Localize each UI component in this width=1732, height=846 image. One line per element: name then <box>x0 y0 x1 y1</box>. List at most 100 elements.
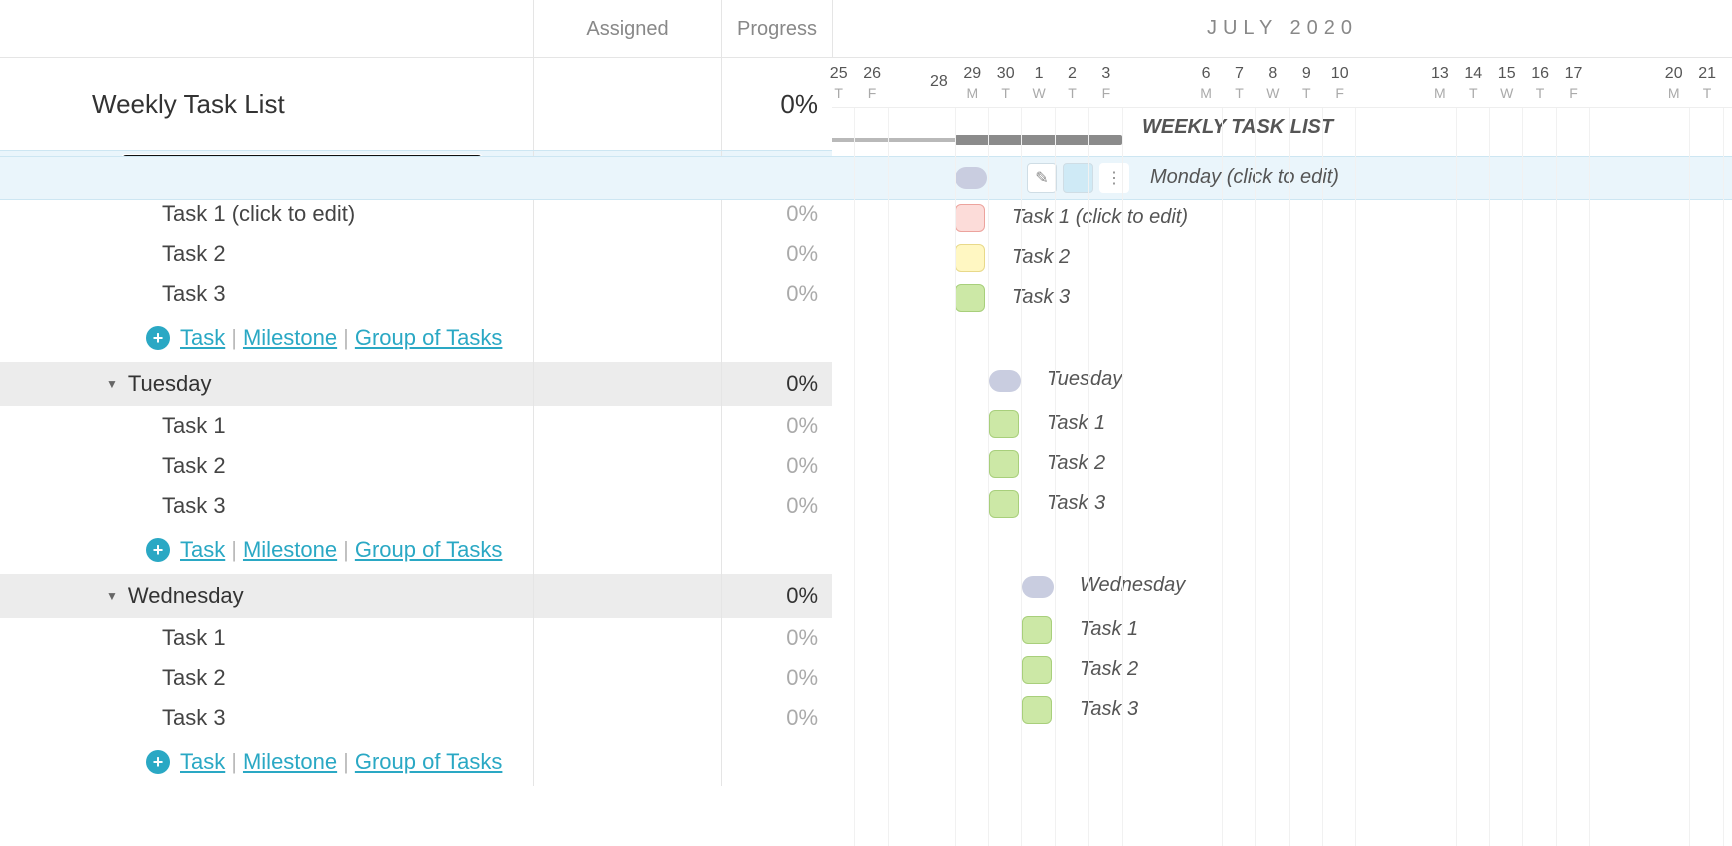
task-progress: 0% <box>786 625 818 651</box>
col-progress-header[interactable]: Progress <box>722 0 832 58</box>
col-name-header[interactable] <box>80 0 534 58</box>
task-progress: 0% <box>786 665 818 691</box>
add-task-link[interactable]: Task <box>180 325 225 351</box>
add-group-link[interactable]: Group of Tasks <box>355 537 503 563</box>
day-column <box>1256 108 1289 846</box>
day-column <box>1557 108 1590 846</box>
add-group-link[interactable]: Group of Tasks <box>355 749 503 775</box>
task-progress: 0% <box>786 413 818 439</box>
date-label: 26F <box>855 58 888 108</box>
task-row[interactable]: Task 1 (click to edit) 0% <box>0 194 832 234</box>
add-milestone-link[interactable]: Milestone <box>243 537 337 563</box>
date-header-row: 25T26F2829M30T1W2T3F6M7T8W9T10F13M14T15W… <box>832 58 1732 108</box>
plus-icon[interactable]: + <box>146 326 170 350</box>
day-column <box>1457 108 1490 846</box>
day-column <box>1223 108 1256 846</box>
task-row[interactable]: Task 2 0% <box>0 234 832 274</box>
day-column <box>1423 108 1456 846</box>
chart-pane[interactable]: JULY 2020 25T26F2829M30T1W2T3F6M7T8W9T10… <box>832 0 1732 846</box>
task-row[interactable]: Task 3 0% <box>0 274 832 314</box>
task-row[interactable]: Task 3 0% <box>0 486 832 526</box>
date-label: 16T <box>1523 58 1556 108</box>
task-name: Task 3 <box>162 281 226 307</box>
date-label: 29M <box>956 58 989 108</box>
date-label: 17F <box>1557 58 1590 108</box>
day-column <box>1056 108 1089 846</box>
date-label: 15W <box>1490 58 1523 108</box>
task-progress: 0% <box>786 281 818 307</box>
group-progress: 0% <box>786 371 818 397</box>
task-name: Task 3 <box>162 493 226 519</box>
date-label: 7T <box>1223 58 1256 108</box>
day-column <box>1690 108 1723 846</box>
month-header: JULY 2020 <box>832 0 1732 58</box>
day-column <box>1724 108 1732 846</box>
day-column <box>1523 108 1556 846</box>
task-name: Task 1 <box>162 413 226 439</box>
task-name: Task 2 <box>162 453 226 479</box>
task-row[interactable]: Task 3 0% <box>0 698 832 738</box>
task-name: Task 1 <box>162 625 226 651</box>
date-label: 8W <box>1256 58 1289 108</box>
date-label <box>1356 58 1389 108</box>
task-row[interactable]: Task 1 0% <box>0 618 832 658</box>
date-label: 6M <box>1189 58 1222 108</box>
task-name: Task 2 <box>162 241 226 267</box>
date-label: 10F <box>1323 58 1356 108</box>
date-label: 3F <box>1089 58 1122 108</box>
add-row-wednesday: + Task| Milestone| Group of Tasks <box>0 738 832 786</box>
add-row-tuesday: + Task| Milestone| Group of Tasks <box>0 526 832 574</box>
date-label: 30T <box>989 58 1022 108</box>
task-row[interactable]: Task 2 0% <box>0 658 832 698</box>
group-name: Tuesday <box>128 371 212 397</box>
group-progress: 0% <box>786 583 818 609</box>
add-milestone-link[interactable]: Milestone <box>243 325 337 351</box>
group-wednesday-row[interactable]: ▼Wednesday 0% <box>0 574 832 618</box>
project-progress: 0% <box>780 89 818 120</box>
task-progress: 0% <box>786 493 818 519</box>
task-name: Task 2 <box>162 665 226 691</box>
header-row: Assigned Progress <box>0 0 832 58</box>
add-milestone-link[interactable]: Milestone <box>243 749 337 775</box>
day-column <box>1290 108 1323 846</box>
date-label: 21T <box>1690 58 1723 108</box>
left-pane: Assigned Progress Weekly Task List 0% ✕ … <box>0 0 832 846</box>
task-name: Task 3 <box>162 705 226 731</box>
chevron-down-icon[interactable]: ▼ <box>106 377 118 391</box>
plus-icon[interactable]: + <box>146 750 170 774</box>
day-column <box>855 108 888 846</box>
day-column <box>922 108 955 846</box>
task-row[interactable]: Task 2 0% <box>0 446 832 486</box>
day-column <box>989 108 1022 846</box>
add-group-link[interactable]: Group of Tasks <box>355 325 503 351</box>
chart-body[interactable]: WEEKLY TASK LIST ✎ ⋮ Monday (click to ed… <box>832 108 1732 846</box>
group-tuesday-row[interactable]: ▼ Tuesday 0% <box>0 362 832 406</box>
plus-icon[interactable]: + <box>146 538 170 562</box>
add-task-link[interactable]: Task <box>180 537 225 563</box>
date-label: 1W <box>1022 58 1055 108</box>
task-progress: 0% <box>786 241 818 267</box>
date-label: 13M <box>1423 58 1456 108</box>
date-label <box>1590 58 1623 108</box>
day-column <box>822 108 855 846</box>
day-column <box>1323 108 1356 846</box>
add-row-monday: + Task| Milestone| Group of Tasks <box>0 314 832 362</box>
task-row[interactable]: Task 1 0% <box>0 406 832 446</box>
day-column <box>1022 108 1055 846</box>
date-label <box>1156 58 1189 108</box>
add-task-link[interactable]: Task <box>180 749 225 775</box>
task-progress: 0% <box>786 201 818 227</box>
day-column <box>1657 108 1690 846</box>
day-column <box>956 108 989 846</box>
project-title-row[interactable]: Weekly Task List 0% <box>0 58 832 150</box>
task-progress: 0% <box>786 705 818 731</box>
date-label: 14T <box>1457 58 1490 108</box>
date-label: 28 <box>922 58 955 108</box>
col-assigned-header[interactable]: Assigned <box>534 0 722 58</box>
project-title: Weekly Task List <box>92 89 285 120</box>
chevron-down-icon[interactable]: ▼ <box>106 589 118 603</box>
date-label: 25T <box>822 58 855 108</box>
date-label: 22W <box>1724 58 1732 108</box>
date-label <box>1624 58 1657 108</box>
day-column <box>1189 108 1222 846</box>
